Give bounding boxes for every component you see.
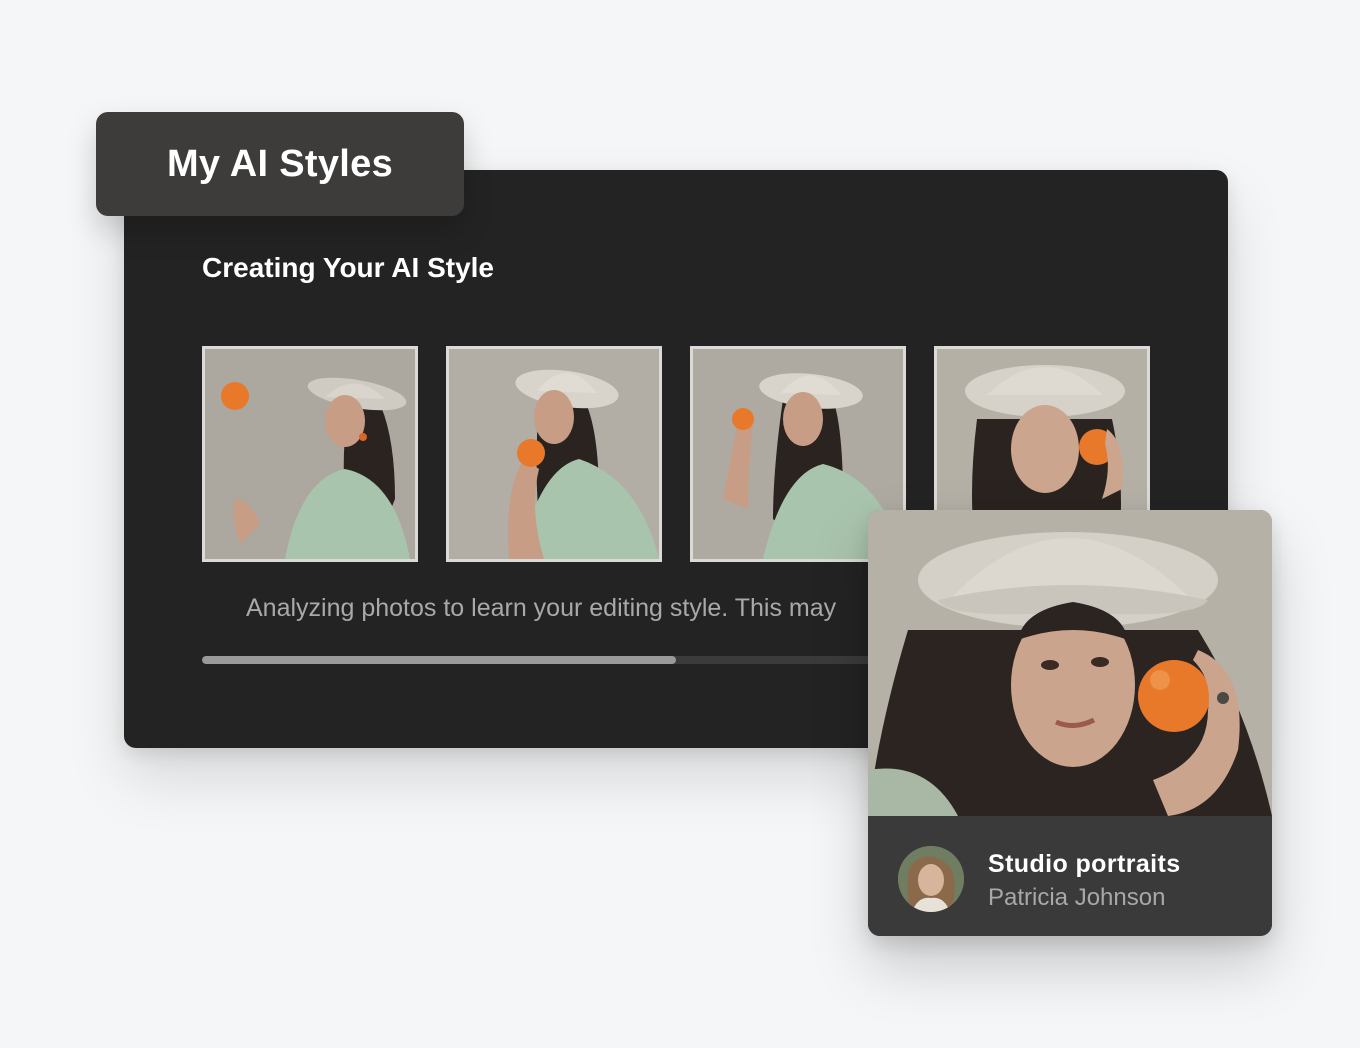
style-name: Studio portraits	[988, 850, 1181, 878]
portrait-photo-2	[449, 349, 659, 559]
panel-title: Creating Your AI Style	[202, 252, 494, 283]
style-cover-photo	[868, 510, 1272, 816]
author-avatar[interactable]	[898, 846, 964, 912]
app-stage: My AI Styles Creating Your AI Style Anal…	[0, 0, 1360, 1048]
progress-fill	[202, 656, 677, 664]
photo-thumbnail[interactable]	[202, 346, 418, 562]
tab-label: My AI Styles	[166, 142, 394, 185]
my-ai-styles-tab[interactable]: My AI Styles	[96, 112, 464, 216]
portrait-photo-1	[205, 349, 415, 559]
style-author: Patricia Johnson	[988, 884, 1166, 911]
analysis-status-text: Analyzing photos to learn your editing s…	[246, 594, 837, 622]
style-preview-card[interactable]: Studio portraits Patricia Johnson	[868, 510, 1272, 936]
card-footer: Studio portraits Patricia Johnson	[868, 816, 1272, 936]
cover-portrait-image	[868, 510, 1272, 816]
photo-thumbnail[interactable]	[446, 346, 662, 562]
avatar-image	[898, 846, 964, 912]
